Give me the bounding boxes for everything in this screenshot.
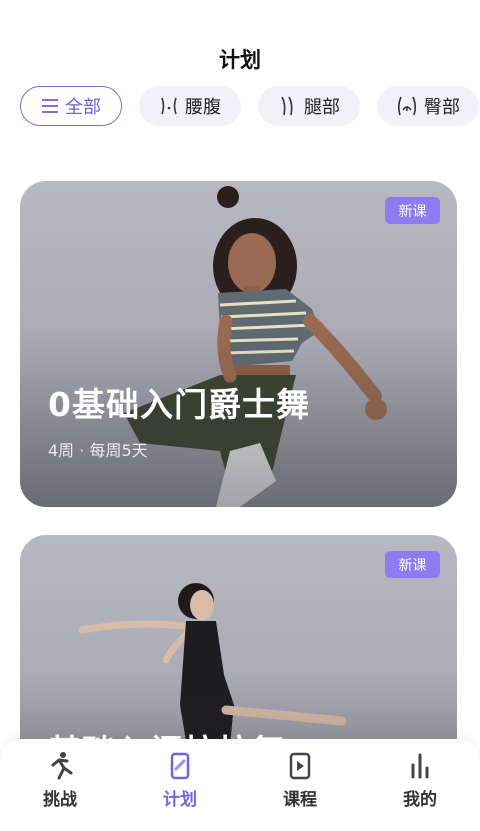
tab-course[interactable]: 课程 [260, 751, 340, 810]
tab-plan[interactable]: 计划 [140, 751, 220, 810]
hips-icon [397, 96, 417, 116]
waist-icon [161, 97, 177, 115]
filter-chips: 全部 腰腹 腿部 臀部 [20, 86, 479, 126]
filter-chip-waist[interactable]: 腰腹 [139, 86, 241, 126]
profile-icon [411, 753, 429, 779]
filter-chip-hips[interactable]: 臀部 [377, 86, 479, 126]
tab-profile[interactable]: 我的 [380, 751, 460, 810]
tab-label: 挑战 [43, 790, 77, 810]
new-course-badge: 新课 [385, 551, 440, 578]
tab-label: 计划 [163, 790, 197, 810]
course-icon [289, 752, 311, 780]
challenge-icon [51, 752, 73, 780]
list-icon [42, 99, 58, 113]
tab-label: 我的 [403, 790, 437, 810]
filter-chip-all[interactable]: 全部 [20, 86, 122, 126]
page-title: 计划 [219, 48, 261, 72]
card-title: 0基础入门爵士舞 [48, 385, 310, 424]
tab-challenge[interactable]: 挑战 [20, 751, 100, 810]
new-course-badge: 新课 [385, 197, 440, 224]
filter-chip-label: 全部 [65, 97, 101, 118]
filter-chip-label: 臀部 [424, 97, 460, 118]
legs-icon [281, 96, 293, 116]
filter-chip-legs[interactable]: 腿部 [258, 86, 360, 126]
bottom-tab-bar: 挑战 计划 课程 我的 [0, 739, 480, 831]
plan-card[interactable]: 新课 0基础入门爵士舞 4周 · 每周5天 [20, 181, 457, 507]
filter-chip-label: 腰腹 [185, 97, 221, 118]
filter-chip-label: 腿部 [304, 97, 340, 118]
tab-label: 课程 [283, 790, 317, 810]
card-subtitle: 4周 · 每周5天 [48, 441, 148, 460]
plan-icon [170, 752, 190, 780]
